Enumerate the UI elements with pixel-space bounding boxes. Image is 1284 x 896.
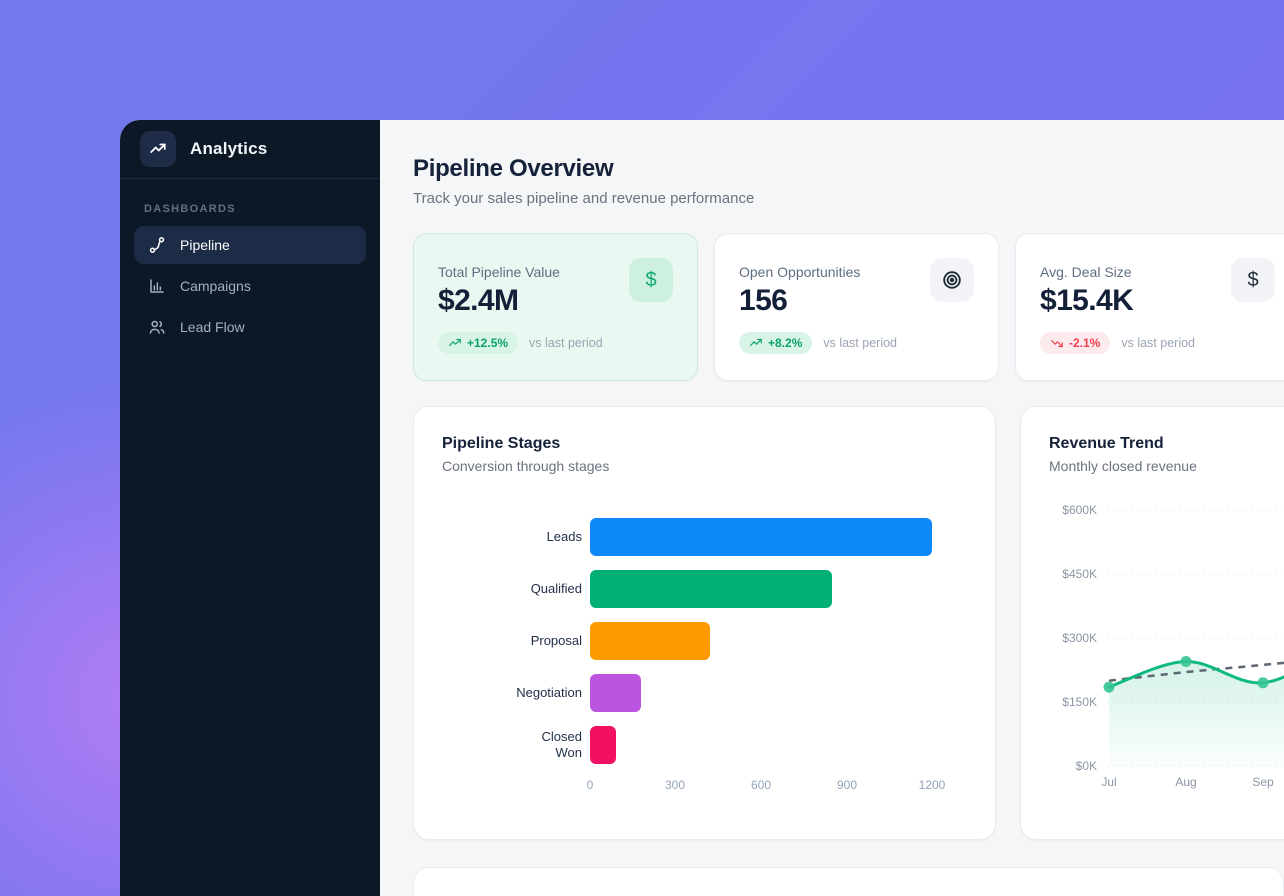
kpi-value: 156 — [739, 284, 860, 318]
x-axis-tick: 600 — [751, 778, 771, 792]
kpi-foot: +12.5% vs last period — [438, 332, 673, 354]
app-title: Analytics — [190, 139, 267, 159]
revenue-trend-chart: $600K $450K $300K $150K $0K Jul Aug Sep — [1049, 490, 1284, 795]
charts-row: Pipeline Stages Conversion through stage… — [413, 406, 1284, 840]
kpi-top: Open Opportunities 156 — [739, 258, 974, 318]
kpi-label: Avg. Deal Size — [1040, 258, 1133, 280]
app-window: Analytics DASHBOARDS Pipeline Campaigns Le… — [120, 120, 1284, 896]
pipeline-stages-title: Pipeline Stages — [442, 435, 967, 453]
dollar-icon: $ — [629, 258, 673, 302]
revenue-trend-card: Revenue Trend Monthly closed revenue $60… — [1020, 406, 1284, 840]
sidebar-item-label: Lead Flow — [180, 319, 245, 335]
bar-proposal — [590, 622, 710, 660]
x-axis-tick: Aug — [1175, 775, 1196, 789]
target-icon — [930, 258, 974, 302]
page-title: Pipeline Overview — [413, 155, 1284, 183]
pipeline-stages-subtitle: Conversion through stages — [442, 458, 967, 474]
data-point — [1258, 677, 1269, 688]
bar-category-label: Proposal — [442, 633, 590, 649]
trending-up-icon — [749, 336, 763, 350]
kpi-value: $2.4M — [438, 284, 560, 318]
bar-leads — [590, 518, 932, 556]
pipeline-stages-chart: Leads Qualified Proposal Negotiation Clo… — [442, 518, 967, 764]
kpi-card-open-opportunities: Open Opportunities 156 +8.2% vs last per… — [714, 233, 999, 381]
bottom-card-partial — [413, 867, 1284, 896]
sidebar-section-label: DASHBOARDS — [120, 179, 380, 225]
x-axis-tick: 900 — [837, 778, 857, 792]
trending-up-icon — [448, 336, 462, 350]
bar-qualified — [590, 570, 832, 608]
x-axis-tick: 0 — [587, 778, 594, 792]
kpi-foot: +8.2% vs last period — [739, 332, 974, 354]
bar-row-negotiation: Negotiation — [442, 674, 967, 712]
pipeline-stages-card: Pipeline Stages Conversion through stage… — [413, 406, 996, 840]
sidebar-item-label: Campaigns — [180, 278, 251, 294]
data-point — [1104, 682, 1115, 693]
delta-value: +8.2% — [768, 336, 802, 350]
x-axis-tick: 300 — [665, 778, 685, 792]
sidebar-header: Analytics — [120, 120, 380, 178]
kpi-top: Avg. Deal Size $15.4K $ — [1040, 258, 1275, 318]
bar-closed-won — [590, 726, 616, 764]
kpi-card-avg-deal-size: Avg. Deal Size $15.4K $ -2.1% vs last pe… — [1015, 233, 1284, 381]
x-axis-tick: 1200 — [919, 778, 946, 792]
bar-category-label: Closed Won — [442, 729, 590, 762]
y-axis-tick: $0K — [1076, 759, 1097, 773]
y-axis-tick: $450K — [1062, 567, 1097, 581]
delta-badge: +12.5% — [438, 332, 518, 354]
main-content: Pipeline Overview Track your sales pipel… — [380, 120, 1284, 896]
kpi-row: Total Pipeline Value $2.4M $ +12.5% vs l… — [413, 233, 1284, 381]
y-axis-tick: $300K — [1062, 631, 1097, 645]
sidebar-item-label: Pipeline — [180, 237, 230, 253]
kpi-label: Open Opportunities — [739, 258, 860, 280]
delta-value: -2.1% — [1069, 336, 1100, 350]
bar-chart-icon — [148, 277, 166, 295]
compare-label: vs last period — [1121, 336, 1195, 350]
trending-down-icon — [1050, 336, 1064, 350]
kpi-top: Total Pipeline Value $2.4M $ — [438, 258, 673, 318]
sidebar-item-campaigns[interactable]: Campaigns — [134, 267, 366, 305]
sidebar-nav: Pipeline Campaigns Lead Flow — [120, 225, 380, 349]
bar-negotiation — [590, 674, 641, 712]
bar-category-label: Qualified — [442, 581, 590, 597]
kpi-label: Total Pipeline Value — [438, 258, 560, 280]
x-axis-tick: Jul — [1101, 775, 1116, 789]
bar-row-qualified: Qualified — [442, 570, 967, 608]
bar-category-label: Leads — [442, 529, 590, 545]
bar-row-leads: Leads — [442, 518, 967, 556]
revenue-trend-subtitle: Monthly closed revenue — [1049, 458, 1284, 474]
bar-category-label: Negotiation — [442, 685, 590, 701]
revenue-trend-title: Revenue Trend — [1049, 435, 1284, 453]
pipeline-stages-x-axis: 0 300 600 900 1200 — [590, 778, 950, 794]
delta-badge: +8.2% — [739, 332, 812, 354]
y-axis-tick: $150K — [1062, 695, 1097, 709]
users-icon — [148, 318, 166, 336]
sidebar-item-pipeline[interactable]: Pipeline — [134, 226, 366, 264]
page-subtitle: Track your sales pipeline and revenue pe… — [413, 190, 1284, 207]
revenue-trend-svg: $600K $450K $300K $150K $0K Jul Aug Sep — [1049, 490, 1284, 790]
kpi-value: $15.4K — [1040, 284, 1133, 318]
kpi-card-total-pipeline-value: Total Pipeline Value $2.4M $ +12.5% vs l… — [413, 233, 698, 381]
compare-label: vs last period — [823, 336, 897, 350]
delta-badge: -2.1% — [1040, 332, 1110, 354]
bar-row-proposal: Proposal — [442, 622, 967, 660]
delta-value: +12.5% — [467, 336, 508, 350]
kpi-foot: -2.1% vs last period — [1040, 332, 1275, 354]
x-axis-tick: Sep — [1252, 775, 1274, 789]
y-axis-tick: $600K — [1062, 503, 1097, 517]
data-point — [1181, 656, 1192, 667]
sidebar-item-lead-flow[interactable]: Lead Flow — [134, 308, 366, 346]
dollar-icon: $ — [1231, 258, 1275, 302]
bar-row-closed-won: Closed Won — [442, 726, 967, 764]
route-icon — [148, 236, 166, 254]
sidebar: Analytics DASHBOARDS Pipeline Campaigns Le… — [120, 120, 380, 896]
compare-label: vs last period — [529, 336, 603, 350]
analytics-logo-icon — [140, 131, 176, 167]
